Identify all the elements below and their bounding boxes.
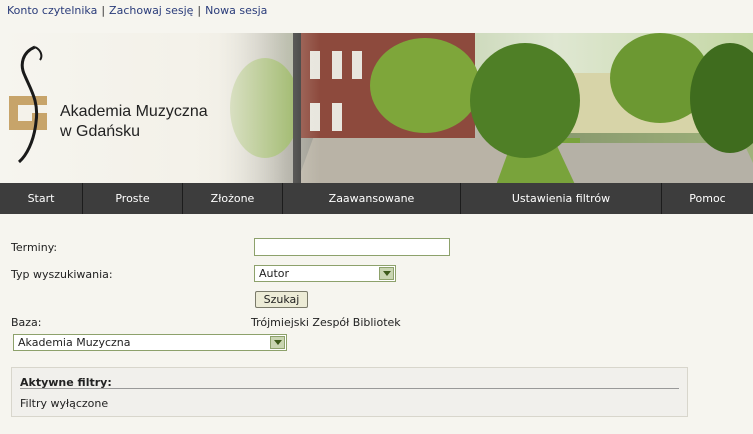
active-filters-panel: Aktywne filtry: Filtry wyłączone: [11, 367, 688, 417]
nav-zlozone[interactable]: Złożone: [183, 183, 283, 214]
terms-label: Terminy:: [11, 241, 58, 254]
top-links: Konto czytelnika | Zachowaj sesję | Nowa ses…: [7, 4, 267, 17]
base-label: Baza:: [11, 316, 42, 329]
link-konto-czytelnika[interactable]: Konto czytelnika: [7, 4, 97, 17]
nav-ustawienia-filtrow[interactable]: Ustawienia filtrów: [461, 183, 662, 214]
main-nav: Start Proste Złożone Zaawansowane Ustawi…: [0, 183, 753, 214]
terms-input[interactable]: [254, 238, 450, 256]
link-zachowaj-sesje[interactable]: Zachowaj sesję: [109, 4, 193, 17]
nav-proste[interactable]: Proste: [83, 183, 183, 214]
divider: [20, 388, 679, 389]
search-type-select[interactable]: Autor: [254, 265, 396, 282]
separator: |: [197, 4, 202, 17]
search-type-value: Autor: [259, 267, 290, 280]
logo-mark-icon: [9, 45, 47, 164]
nav-start[interactable]: Start: [0, 183, 83, 214]
logo-line-2: w Gdańsku: [60, 123, 141, 140]
separator: |: [101, 4, 106, 17]
search-type-label: Typ wyszukiwania:: [11, 268, 113, 281]
chevron-down-icon[interactable]: [379, 267, 394, 280]
nav-zaawansowane[interactable]: Zaawansowane: [283, 183, 461, 214]
academy-logo[interactable]: Akademia Muzyczna w Gdańsku: [8, 44, 228, 169]
base-select[interactable]: Akademia Muzyczna: [13, 334, 287, 351]
logo-text: Akademia Muzyczna w Gdańsku: [60, 102, 208, 142]
link-nowa-sesja[interactable]: Nowa sesja: [205, 4, 267, 17]
search-button[interactable]: Szukaj: [255, 291, 308, 308]
logo-line-1: Akademia Muzyczna: [60, 103, 208, 120]
nav-pomoc[interactable]: Pomoc: [662, 183, 753, 214]
active-filters-status: Filtry wyłączone: [20, 397, 109, 410]
base-value: Akademia Muzyczna: [18, 336, 131, 349]
chevron-down-icon[interactable]: [270, 336, 285, 349]
base-group-label: Trójmiejski Zespół Bibliotek: [251, 316, 401, 329]
